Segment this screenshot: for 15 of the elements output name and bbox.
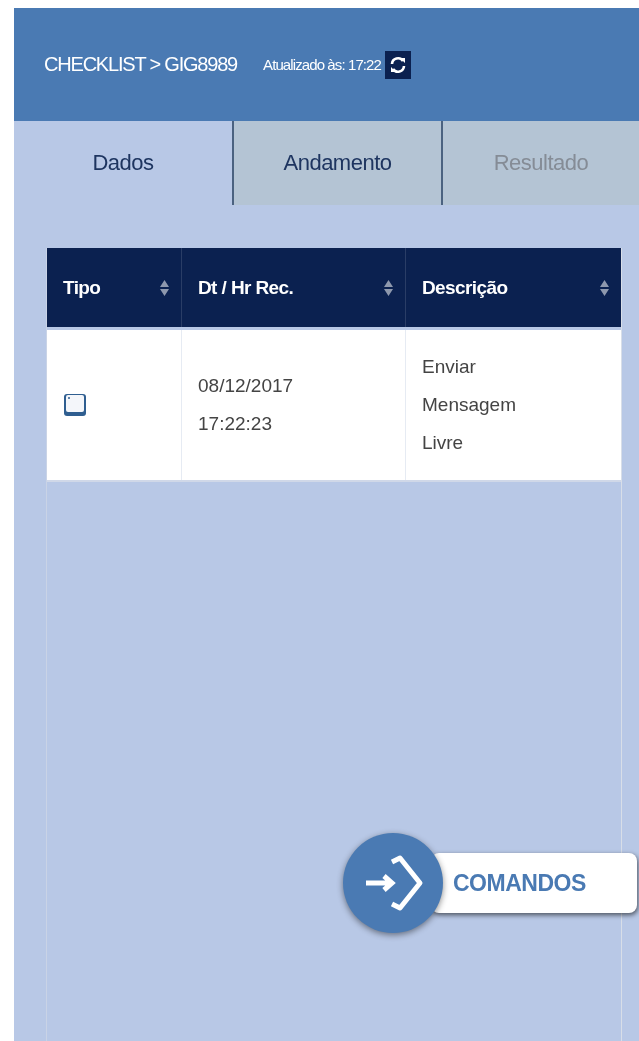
sort-icon bbox=[600, 279, 609, 296]
time-text: 17:22:23 bbox=[198, 412, 273, 436]
enter-icon[interactable] bbox=[343, 833, 443, 933]
refresh-icon[interactable] bbox=[385, 50, 411, 79]
sort-icon bbox=[384, 279, 393, 296]
sort-icon bbox=[160, 279, 169, 296]
column-header[interactable]: Tipo bbox=[47, 248, 181, 327]
message-icon bbox=[63, 393, 87, 417]
column-header[interactable]: Dt / Hr Rec. bbox=[181, 248, 405, 327]
date-text: 08/12/2017 bbox=[198, 374, 295, 398]
page-title: CHECKLIST > GIG8989 bbox=[44, 53, 238, 76]
column-header[interactable]: Descrição bbox=[405, 248, 621, 327]
updated-time: Atualizado às: 17:22 bbox=[263, 56, 381, 73]
description-text: Enviar Mensagem Livre bbox=[422, 355, 517, 455]
tab[interactable]: Andamento bbox=[232, 121, 441, 205]
